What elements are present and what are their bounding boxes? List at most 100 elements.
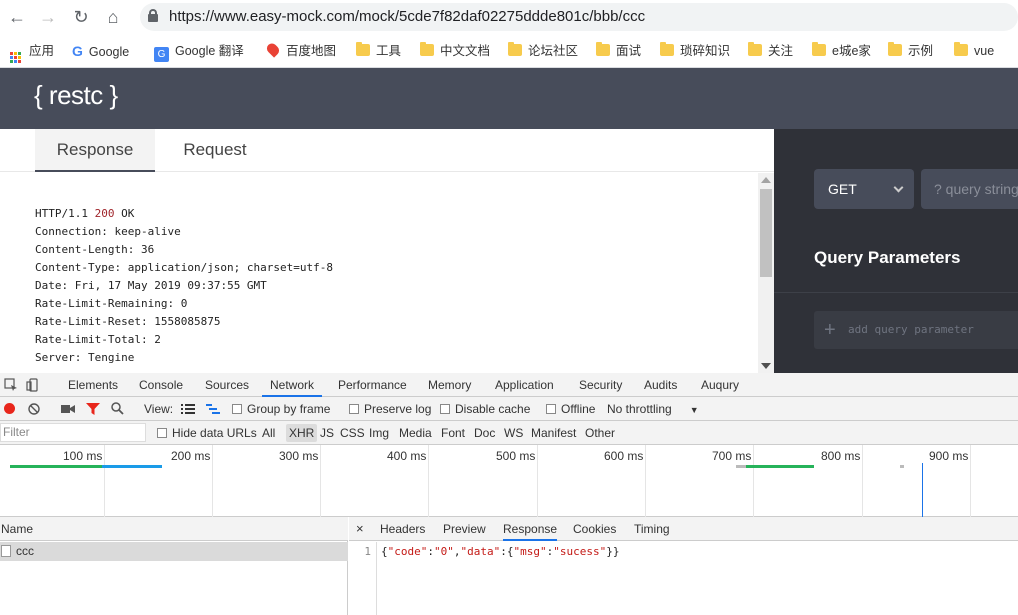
devtools-tab-sources[interactable]: Sources	[205, 373, 249, 397]
add-query-parameter-input[interactable]: + add query parameter	[814, 311, 1018, 349]
response-body-viewer[interactable]: 1 {"code":"0","data":{"msg":"sucess"}}	[349, 542, 1018, 615]
detail-tab-cookies[interactable]: Cookies	[573, 517, 616, 541]
method-select[interactable]: GET	[814, 169, 914, 209]
response-header-line: Rate-Limit-Total: 2	[35, 331, 333, 349]
header-key: Connection:	[35, 225, 108, 238]
query-string-input[interactable]: ? query string	[921, 169, 1018, 209]
record-icon[interactable]	[4, 397, 15, 421]
large-rows-icon[interactable]	[181, 397, 195, 421]
address-bar[interactable]: https://www.easy-mock.com/mock/5cde7f82d…	[140, 3, 1018, 31]
folder-icon	[748, 42, 762, 56]
clear-icon[interactable]	[28, 397, 40, 421]
header-value: Fri, 17 May 2019 09:37:55 GMT	[74, 279, 267, 292]
bookmark-baidu-map[interactable]: 百度地图	[264, 41, 336, 60]
devtools-tab-network[interactable]: Network	[262, 373, 323, 397]
group-by-frame-checkbox[interactable]: Group by frame	[232, 397, 330, 421]
network-overview-timeline[interactable]: 100 ms 200 ms 300 ms 400 ms 500 ms 600 m…	[0, 445, 1018, 517]
filter-type-all[interactable]: All	[262, 421, 275, 445]
disable-cache-checkbox[interactable]: Disable cache	[440, 397, 530, 421]
filter-icon[interactable]	[86, 397, 100, 421]
bookmark-folder-forum[interactable]: 论坛社区	[508, 42, 578, 60]
devtools-tab-application[interactable]: Application	[495, 373, 554, 397]
header-key: Content-Type:	[35, 261, 122, 274]
bookmark-folder-docs[interactable]: 中文文档	[420, 42, 490, 60]
filter-type-ws[interactable]: WS	[504, 421, 523, 445]
waterfall-icon[interactable]	[206, 397, 220, 421]
search-icon[interactable]	[111, 397, 124, 421]
url-text[interactable]: https://www.easy-mock.com/mock/5cde7f82d…	[169, 8, 645, 25]
device-toolbar-icon[interactable]	[26, 373, 40, 397]
filter-type-xhr[interactable]: XHR	[286, 424, 318, 442]
bookmark-folder-vue[interactable]: vue	[954, 42, 994, 60]
filter-type-css[interactable]: CSS	[340, 421, 365, 445]
filter-type-js[interactable]: JS	[320, 421, 334, 445]
reload-icon[interactable]: ↻	[70, 6, 92, 28]
home-icon[interactable]: ⌂	[102, 6, 124, 28]
bookmark-folder-examples[interactable]: 示例	[888, 42, 933, 60]
detail-tab-timing[interactable]: Timing	[634, 517, 670, 541]
header-value: 200 OK	[94, 207, 135, 220]
timeline-bar-download	[10, 465, 102, 468]
timeline-label: 300 ms	[279, 449, 319, 463]
detail-tab-response[interactable]: Response	[503, 517, 558, 541]
forward-arrow-icon[interactable]: →	[37, 6, 59, 28]
request-detail: × Headers Preview Response Cookies Timin…	[349, 517, 1018, 615]
bookmark-folder-echeng[interactable]: e城e家	[812, 42, 871, 60]
filter-type-img[interactable]: Img	[369, 421, 389, 445]
bookmarks-bar: 应用 G Google G Google 翻译 百度地图 工具 中文文档 论坛社区 …	[0, 34, 1018, 68]
table-row[interactable]: ccc	[0, 542, 348, 561]
filter-type-other[interactable]: Other	[585, 421, 615, 445]
detail-tab-headers[interactable]: Headers	[380, 517, 425, 541]
header-value: Tengine	[87, 351, 135, 364]
devtools-tab-performance[interactable]: Performance	[338, 373, 407, 397]
devtools-tab-auqury[interactable]: Auqury	[701, 373, 739, 397]
filter-type-media[interactable]: Media	[399, 421, 432, 445]
screenshot-camera-icon[interactable]	[61, 397, 75, 421]
devtools-panel: Elements Console Sources Network Perform…	[0, 373, 1018, 615]
devtools-tabs: Elements Console Sources Network Perform…	[0, 373, 1018, 397]
timeline-tick	[970, 445, 971, 517]
view-label: View:	[144, 402, 174, 416]
tab-response[interactable]: Response	[35, 129, 155, 172]
tab-request[interactable]: Request	[155, 129, 275, 172]
bookmark-google[interactable]: G Google	[72, 42, 129, 60]
bookmark-google-translate[interactable]: G Google 翻译	[154, 42, 244, 62]
devtools-tab-audits[interactable]: Audits	[644, 373, 677, 397]
filter-type-doc[interactable]: Doc	[474, 421, 495, 445]
header-key: Rate-Limit-Remaining:	[35, 297, 175, 310]
bookmark-folder-interview[interactable]: 面试	[596, 42, 641, 60]
devtools-tab-security[interactable]: Security	[579, 373, 622, 397]
timeline-bar-queued	[900, 465, 904, 468]
filter-type-manifest[interactable]: Manifest	[531, 421, 576, 445]
request-list-header[interactable]: Name	[0, 517, 348, 541]
scroll-up-arrow-icon[interactable]	[761, 177, 771, 183]
timeline-label: 200 ms	[171, 449, 211, 463]
filter-type-font[interactable]: Font	[441, 421, 465, 445]
header-value: 36	[140, 243, 155, 256]
hide-data-urls-checkbox[interactable]: Hide data URLs	[157, 421, 257, 445]
response-scrollbar[interactable]	[758, 173, 774, 373]
devtools-tab-console[interactable]: Console	[139, 373, 183, 397]
scroll-thumb[interactable]	[760, 189, 772, 277]
bookmark-folder-knowledge[interactable]: 琐碎知识	[660, 42, 730, 60]
devtools-tab-memory[interactable]: Memory	[428, 373, 471, 397]
header-value: 2	[154, 333, 161, 346]
throttling-select[interactable]: No throttling ▼	[607, 397, 699, 421]
preserve-log-checkbox[interactable]: Preserve log	[349, 397, 431, 421]
bookmark-folder-follow[interactable]: 关注	[748, 42, 793, 60]
inspect-element-icon[interactable]	[4, 373, 18, 397]
back-arrow-icon[interactable]: ←	[6, 6, 28, 28]
scroll-down-arrow-icon[interactable]	[761, 363, 771, 369]
close-icon[interactable]: ×	[356, 517, 364, 541]
map-pin-icon	[264, 41, 282, 58]
offline-checkbox[interactable]: Offline	[546, 397, 595, 421]
devtools-tab-elements[interactable]: Elements	[68, 373, 118, 397]
detail-tab-preview[interactable]: Preview	[443, 517, 486, 541]
bookmark-apps[interactable]: 应用	[10, 42, 54, 63]
bookmark-folder-tools[interactable]: 工具	[356, 42, 401, 60]
header-value: 1558085875	[154, 315, 221, 328]
line-gutter: 1	[349, 542, 377, 615]
filter-input[interactable]: Filter	[0, 423, 146, 442]
timeline-tick	[428, 445, 429, 517]
app-header: { restc }	[0, 68, 1018, 129]
